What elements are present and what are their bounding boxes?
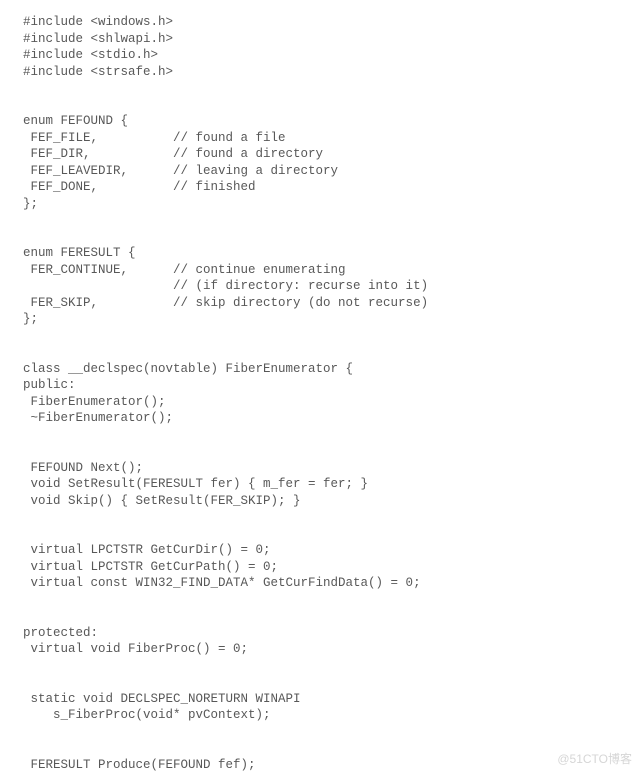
watermark: @51CTO博客: [557, 750, 632, 767]
code-block: #include <windows.h> #include <shlwapi.h…: [0, 0, 640, 773]
